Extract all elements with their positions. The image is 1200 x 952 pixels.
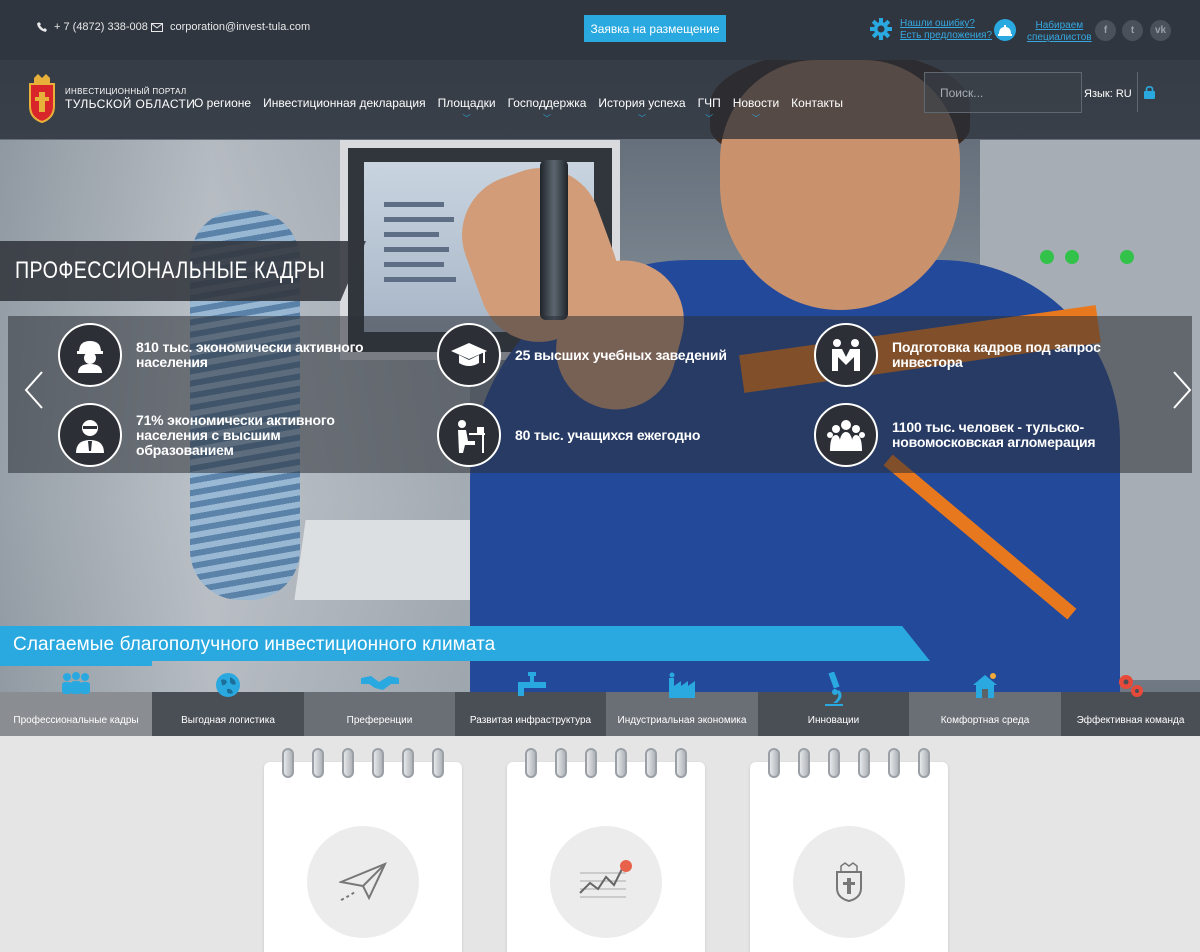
suggestions-link[interactable]: Есть предложения? — [900, 30, 992, 42]
coat-of-arms-icon — [29, 74, 55, 124]
stat-item: 80 тыс. учащихся ежегодно — [437, 403, 745, 467]
stat-item: 1100 тыс. человек - тульско-новомосковск… — [814, 403, 1122, 467]
top-bar: + 7 (4872) 338-008 corporation@invest-tu… — [0, 0, 1200, 60]
nav-item-success-stories[interactable]: История успеха ﹀ — [592, 96, 691, 123]
handshake-people-icon — [814, 323, 878, 387]
nav-item-region[interactable]: О регионе — [188, 96, 257, 110]
notepad-card[interactable] — [507, 748, 705, 952]
lock-icon[interactable] — [1144, 85, 1155, 104]
tab-industrial-economy[interactable]: Индустриальная экономика — [606, 672, 758, 736]
tab-logistics[interactable]: Выгодная логистика — [152, 673, 304, 736]
factory-icon — [667, 672, 697, 701]
notepad-card[interactable] — [264, 748, 462, 952]
globe-icon — [215, 672, 241, 701]
people-icon — [59, 672, 93, 697]
logo-title: Тульской области — [65, 97, 196, 111]
pipe-icon — [516, 672, 546, 699]
nav-item-declaration[interactable]: Инвестиционная декларация — [257, 96, 432, 110]
hire-line-2: специалистов — [1027, 32, 1092, 43]
nav-item-news[interactable]: Новости ﹀ — [727, 96, 785, 123]
crowd-icon — [814, 403, 878, 467]
slider-next-arrow-icon[interactable] — [1170, 370, 1194, 410]
handshake-icon — [360, 672, 399, 695]
chevron-down-icon: ﹀ — [705, 114, 714, 123]
language-selector[interactable]: Язык: RU — [1084, 88, 1132, 100]
hero-title: Профессиональные кадры — [15, 257, 326, 284]
notepad-card[interactable] — [750, 748, 948, 952]
divider — [1137, 72, 1138, 112]
nav-item-ppp[interactable]: ГЧП ﹀ — [692, 96, 727, 123]
chevron-down-icon: ﹀ — [462, 114, 471, 123]
phone-icon — [37, 22, 47, 32]
stat-text: 80 тыс. учащихся ежегодно — [515, 426, 701, 443]
stat-text: 1100 тыс. человек - тульско-новомосковск… — [892, 419, 1096, 450]
worker-helmet-icon — [58, 323, 122, 387]
coat-of-arms-icon — [793, 826, 905, 938]
tab-professional-staff[interactable]: Профессиональные кадры — [0, 672, 152, 736]
nav-item-sites[interactable]: Площадки ﹀ — [432, 96, 502, 123]
microscope-icon — [823, 671, 845, 709]
gear-icon[interactable] — [869, 17, 893, 41]
tab-comfortable-environment[interactable]: Комфортная среда — [909, 673, 1061, 736]
gears-icon — [1116, 672, 1146, 703]
email-contact[interactable]: corporation@invest-tula.com — [151, 21, 310, 33]
hire-line-1: Набираем — [1035, 20, 1084, 31]
notepad-rings — [525, 748, 687, 778]
nav-item-contacts[interactable]: Контакты — [785, 96, 849, 110]
feedback-links: Нашли ошибку? Есть предложения? — [900, 18, 992, 42]
stat-item: 810 тыс. экономически активного населени… — [58, 323, 366, 387]
notepad-rings — [768, 748, 930, 778]
envelope-icon — [151, 22, 163, 32]
line-chart-icon — [550, 826, 662, 938]
report-error-link[interactable]: Нашли ошибку? — [900, 18, 992, 30]
email-text: corporation@invest-tula.com — [170, 21, 311, 33]
apply-placement-button[interactable]: Заявка на размещение — [584, 15, 726, 42]
chevron-down-icon: ﹀ — [542, 114, 551, 123]
tab-effective-team[interactable]: Эффективная команда — [1061, 675, 1200, 736]
graduation-cap-icon — [437, 323, 501, 387]
stat-text: 810 тыс. экономически активного населени… — [136, 339, 364, 370]
businessman-icon — [58, 403, 122, 467]
facebook-icon[interactable]: f — [1095, 20, 1116, 41]
site-logo[interactable]: Инвестиционный портал Тульской области — [25, 72, 195, 124]
tab-preferences[interactable]: Преференции — [304, 676, 455, 736]
vk-icon[interactable]: vk — [1150, 20, 1171, 41]
stat-text: 25 высших учебных заведений — [515, 346, 727, 363]
stat-item: 25 высших учебных заведений — [437, 323, 745, 387]
house-icon — [971, 672, 999, 701]
student-desk-icon — [437, 403, 501, 467]
phone-contact[interactable]: + 7 (4872) 338-008 — [37, 21, 148, 33]
stat-text: Подготовка кадров под запрос инвестора — [892, 339, 1101, 370]
tab-innovations[interactable]: Инновации — [758, 671, 909, 736]
paper-plane-icon — [307, 826, 419, 938]
notepad-rings — [282, 748, 444, 778]
chevron-down-icon: ﹀ — [751, 114, 760, 123]
chevron-down-icon: ﹀ — [638, 114, 646, 123]
stat-item: 71% экономически активного населения с в… — [58, 403, 366, 467]
slider-prev-arrow-icon[interactable] — [22, 370, 46, 410]
search-input[interactable] — [924, 72, 1082, 113]
stat-text: 71% экономически активного населения с в… — [136, 411, 335, 458]
stat-item: Подготовка кадров под запрос инвестора — [814, 323, 1122, 387]
section-title: Слагаемые благополучного инвестиционного… — [13, 634, 496, 655]
tab-infrastructure[interactable]: Развитая инфраструктура — [455, 672, 606, 736]
helmet-icon[interactable] — [994, 19, 1016, 41]
phone-text: + 7 (4872) 338-008 — [54, 21, 148, 33]
main-nav: О регионе Инвестиционная декларация Площ… — [188, 96, 849, 123]
nav-item-state-support[interactable]: Господдержка ﹀ — [502, 96, 593, 123]
climate-tabs: Профессиональные кадры Выгодная логистик… — [0, 666, 1200, 736]
hiring-link[interactable]: Набираем специалистов — [1027, 20, 1092, 44]
twitter-icon[interactable]: t — [1122, 20, 1143, 41]
